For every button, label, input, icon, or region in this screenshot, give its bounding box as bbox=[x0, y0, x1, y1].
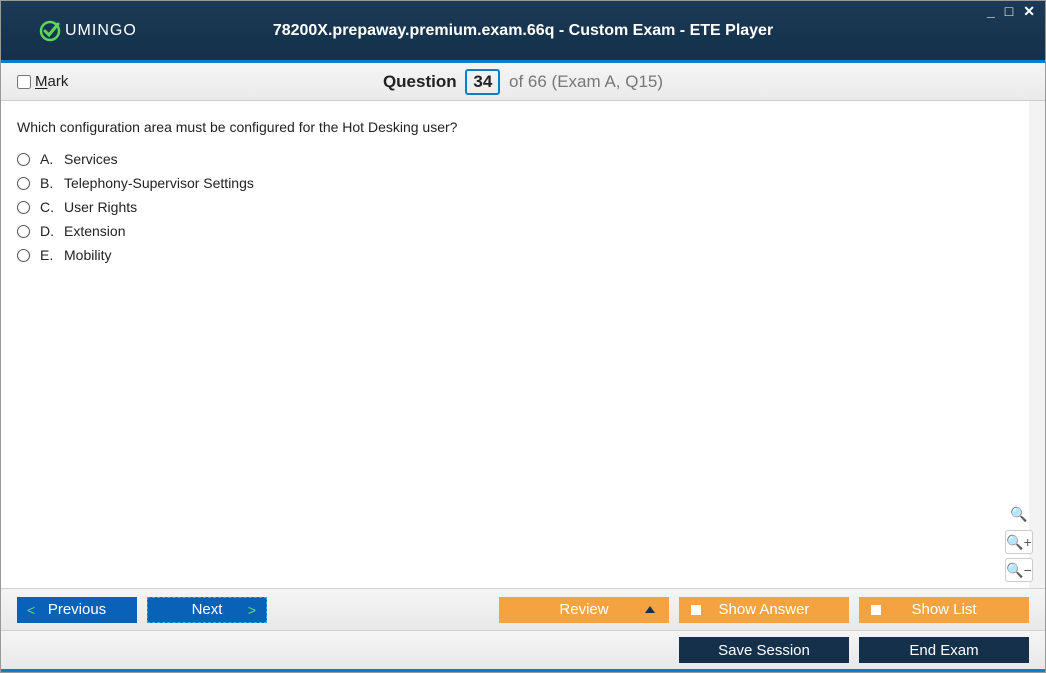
chevron-left-icon: < bbox=[27, 602, 35, 618]
end-exam-label: End Exam bbox=[909, 642, 978, 659]
search-button[interactable]: 🔍 bbox=[1005, 502, 1033, 526]
mark-label-rest: ark bbox=[48, 73, 69, 90]
option-b[interactable]: B. Telephony-Supervisor Settings bbox=[17, 175, 1013, 191]
show-list-button[interactable]: Show List bbox=[859, 597, 1029, 623]
save-session-label: Save Session bbox=[718, 642, 810, 659]
maximize-button[interactable]: □ bbox=[1001, 3, 1017, 20]
zoom-in-button[interactable]: 🔍+ bbox=[1005, 530, 1033, 554]
options-list: A. Services B. Telephony-Supervisor Settin… bbox=[17, 151, 1013, 263]
option-letter: D. bbox=[40, 223, 54, 239]
zoom-out-icon: 🔍− bbox=[1006, 562, 1032, 579]
radio-icon[interactable] bbox=[17, 153, 30, 166]
question-content: Which configuration area must be configu… bbox=[1, 101, 1045, 588]
option-text: Telephony-Supervisor Settings bbox=[64, 175, 254, 191]
question-word: Question bbox=[383, 72, 457, 91]
next-button[interactable]: Next > bbox=[147, 597, 267, 623]
option-text: Mobility bbox=[64, 247, 111, 263]
save-session-button[interactable]: Save Session bbox=[679, 637, 849, 663]
show-list-label: Show List bbox=[911, 601, 976, 618]
previous-button[interactable]: < Previous bbox=[17, 597, 137, 623]
question-number-box[interactable]: 34 bbox=[465, 69, 500, 95]
square-icon bbox=[871, 605, 881, 615]
previous-label: Previous bbox=[48, 601, 106, 618]
question-header: Mark Question 34 of 66 (Exam A, Q15) bbox=[1, 63, 1045, 101]
option-letter: A. bbox=[40, 151, 54, 167]
question-info: Question 34 of 66 (Exam A, Q15) bbox=[1, 69, 1045, 95]
option-letter: E. bbox=[40, 247, 54, 263]
mark-checkbox[interactable] bbox=[17, 75, 31, 89]
search-icon: 🔍 bbox=[1010, 506, 1027, 523]
mark-label-u: M bbox=[35, 73, 48, 90]
chevron-right-icon: > bbox=[248, 602, 256, 618]
checkmark-circle-icon bbox=[39, 20, 61, 42]
zoom-in-icon: 🔍+ bbox=[1006, 534, 1032, 551]
show-answer-button[interactable]: Show Answer bbox=[679, 597, 849, 623]
option-text: Extension bbox=[64, 223, 125, 239]
app-window: UMINGO 78200X.prepaway.premium.exam.66q … bbox=[0, 0, 1046, 673]
zoom-controls: 🔍 🔍+ 🔍− bbox=[1005, 502, 1033, 582]
radio-icon[interactable] bbox=[17, 225, 30, 238]
titlebar: UMINGO 78200X.prepaway.premium.exam.66q … bbox=[1, 1, 1045, 63]
radio-icon[interactable] bbox=[17, 201, 30, 214]
footer-row-2: Save Session End Exam bbox=[1, 630, 1045, 672]
window-title: 78200X.prepaway.premium.exam.66q - Custo… bbox=[1, 22, 1045, 40]
square-icon bbox=[691, 605, 701, 615]
show-answer-label: Show Answer bbox=[719, 601, 810, 618]
question-total: of 66 (Exam A, Q15) bbox=[509, 72, 663, 91]
end-exam-button[interactable]: End Exam bbox=[859, 637, 1029, 663]
option-d[interactable]: D. Extension bbox=[17, 223, 1013, 239]
option-e[interactable]: E. Mobility bbox=[17, 247, 1013, 263]
review-button[interactable]: Review bbox=[499, 597, 669, 623]
triangle-up-icon bbox=[645, 606, 655, 613]
option-a[interactable]: A. Services bbox=[17, 151, 1013, 167]
option-letter: B. bbox=[40, 175, 54, 191]
mark-checkbox-wrap[interactable]: Mark bbox=[17, 73, 68, 90]
window-controls: _ □ ✕ bbox=[983, 3, 1039, 20]
question-text: Which configuration area must be configu… bbox=[17, 119, 1013, 135]
zoom-out-button[interactable]: 🔍− bbox=[1005, 558, 1033, 582]
footer-row-1: < Previous Next > Review Show Answer Show … bbox=[1, 588, 1045, 630]
radio-icon[interactable] bbox=[17, 177, 30, 190]
option-text: User Rights bbox=[64, 199, 137, 215]
radio-icon[interactable] bbox=[17, 249, 30, 262]
option-c[interactable]: C. User Rights bbox=[17, 199, 1013, 215]
app-logo: UMINGO bbox=[39, 20, 137, 42]
review-label: Review bbox=[559, 601, 608, 618]
brand-text: UMINGO bbox=[65, 22, 137, 40]
minimize-button[interactable]: _ bbox=[983, 3, 999, 20]
next-label: Next bbox=[192, 601, 223, 618]
close-button[interactable]: ✕ bbox=[1019, 3, 1039, 20]
option-text: Services bbox=[64, 151, 118, 167]
option-letter: C. bbox=[40, 199, 54, 215]
